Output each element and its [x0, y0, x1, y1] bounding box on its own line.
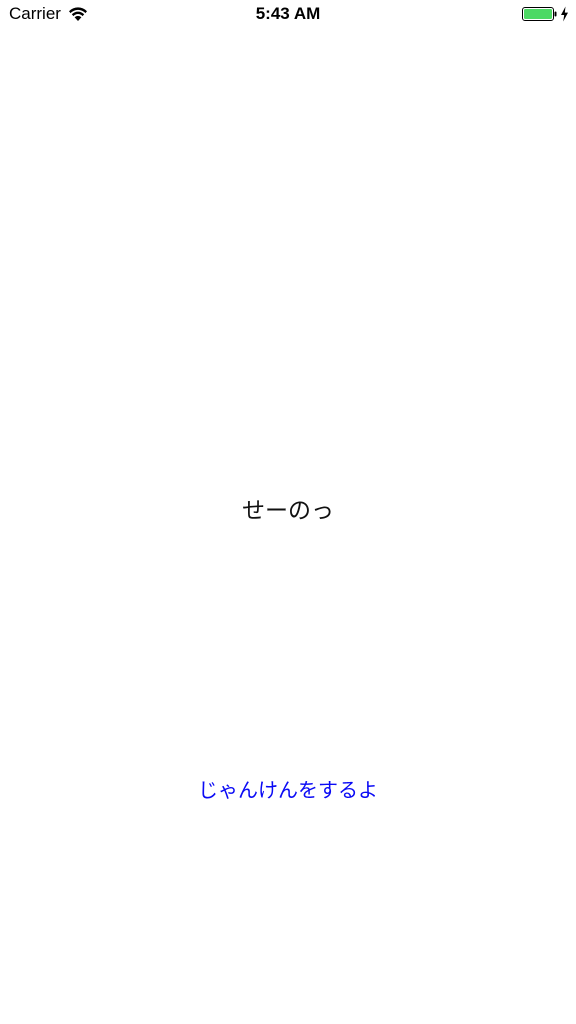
- battery-icon: [522, 7, 557, 21]
- status-bar: Carrier 5:43 AM: [0, 0, 576, 30]
- play-janken-button[interactable]: じゃんけんをするよ: [178, 772, 398, 808]
- app-screen: Carrier 5:43 AM せーのっ じゃんけんをするよ: [0, 0, 576, 1024]
- status-time: 5:43 AM: [255, 4, 321, 23]
- janken-result-label: せーのっ: [242, 498, 334, 524]
- charging-bolt-icon: [561, 6, 568, 22]
